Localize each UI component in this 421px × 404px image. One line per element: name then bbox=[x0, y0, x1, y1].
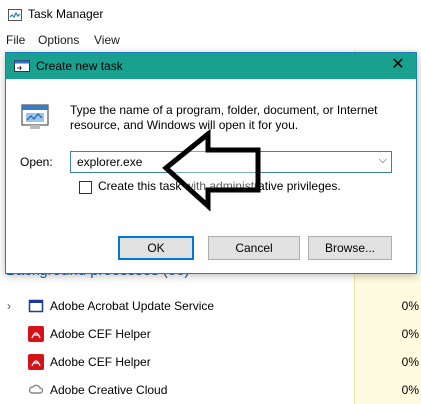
task-manager-icon bbox=[8, 9, 22, 21]
process-name: Adobe CEF Helper bbox=[50, 355, 151, 369]
process-name: Adobe CEF Helper bbox=[50, 327, 151, 341]
process-name: Adobe Acrobat Update Service bbox=[50, 299, 215, 313]
chevron-right-icon[interactable]: › bbox=[7, 299, 11, 313]
tm-titlebar: Task Manager bbox=[0, 0, 421, 30]
left-arrow-icon bbox=[162, 128, 261, 212]
program-icon bbox=[21, 104, 49, 129]
process-row[interactable]: › Adobe Acrobat Update Service 0% bbox=[0, 292, 421, 320]
tm-title: Task Manager bbox=[28, 7, 104, 21]
browse-button[interactable]: Browse... bbox=[308, 236, 392, 260]
run-icon bbox=[14, 60, 30, 72]
close-icon[interactable]: ✕ bbox=[390, 57, 406, 73]
open-input[interactable]: explorer.exe bbox=[77, 155, 142, 169]
open-label: Open: bbox=[20, 155, 53, 169]
adobe-cef-icon bbox=[28, 354, 44, 370]
menu-file[interactable]: File bbox=[6, 33, 25, 47]
ok-button[interactable]: OK bbox=[118, 236, 194, 260]
adobe-cef-icon bbox=[28, 326, 44, 342]
cancel-button[interactable]: Cancel bbox=[208, 236, 300, 260]
process-row[interactable]: Adobe CEF Helper 0% bbox=[0, 320, 421, 348]
acrobat-update-icon bbox=[28, 299, 44, 313]
dialog-title: Create new task bbox=[36, 59, 123, 73]
process-cpu: 0% bbox=[401, 299, 419, 313]
tm-menubar: File Options View bbox=[0, 30, 421, 50]
process-cpu: 0% bbox=[401, 355, 419, 369]
process-cpu: 0% bbox=[401, 383, 419, 397]
process-row[interactable]: Adobe Creative Cloud 0% bbox=[0, 376, 421, 404]
menu-view[interactable]: View bbox=[94, 33, 120, 47]
dialog-footer: OK Cancel Browse... bbox=[6, 209, 416, 273]
dialog-titlebar[interactable]: Create new task ✕ bbox=[6, 53, 416, 79]
process-cpu: 0% bbox=[401, 327, 419, 341]
admin-privileges-checkbox[interactable] bbox=[79, 181, 92, 194]
process-name: Adobe Creative Cloud bbox=[50, 383, 168, 397]
menu-options[interactable]: Options bbox=[38, 33, 79, 47]
creative-cloud-icon bbox=[28, 384, 44, 394]
chevron-down-icon[interactable]: ⌵ bbox=[379, 154, 387, 167]
process-row[interactable]: Adobe CEF Helper 0% bbox=[0, 348, 421, 376]
